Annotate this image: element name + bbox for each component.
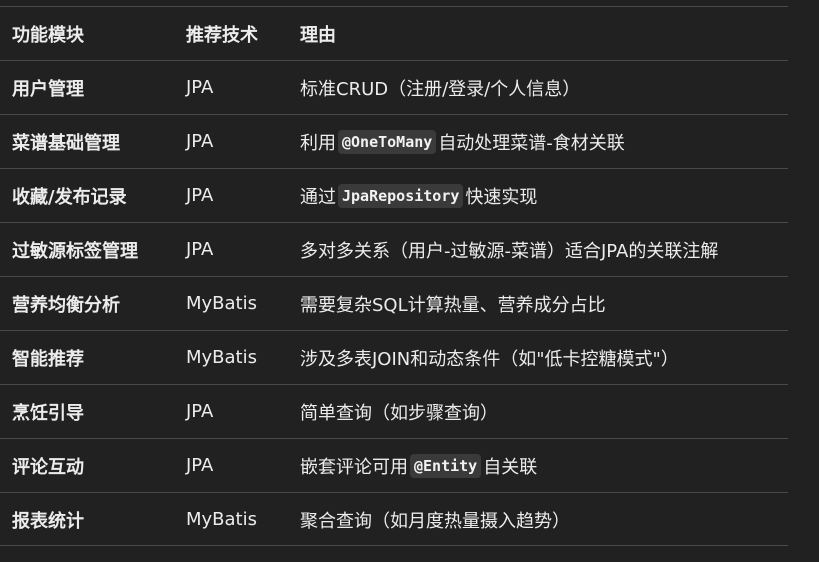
reason-text: 多对多关系（用户-过敏源-菜谱）适合JPA的关联注解 xyxy=(300,240,719,262)
table-row: 收藏/发布记录 JPA 通过 JpaRepository 快速实现 xyxy=(0,168,788,222)
reason-cell: 嵌套评论可用 @Entity 自关联 xyxy=(300,439,537,492)
reason-cell: 需要复杂SQL计算热量、营养成分占比 xyxy=(300,277,606,330)
module-cell: 收藏/发布记录 xyxy=(12,186,127,208)
module-cell: 评论互动 xyxy=(12,456,84,478)
reason-cell: 简单查询（如步骤查询） xyxy=(300,385,498,438)
module-cell: 菜谱基础管理 xyxy=(12,132,120,154)
reason-cell: 标准CRUD（注册/登录/个人信息） xyxy=(300,61,580,114)
inline-code: JpaRepository xyxy=(338,183,464,208)
module-cell: 用户管理 xyxy=(12,78,84,100)
reason-cell: 利用 @OneToMany 自动处理菜谱-食材关联 xyxy=(300,115,625,168)
tech-cell: JPA xyxy=(186,239,214,260)
reason-text: 嵌套评论可用 xyxy=(300,456,408,478)
table-row: 过敏源标签管理 JPA 多对多关系（用户-过敏源-菜谱）适合JPA的关联注解 xyxy=(0,222,788,276)
tech-cell: JPA xyxy=(186,131,214,152)
tech-cell: JPA xyxy=(186,401,214,422)
module-cell: 烹饪引导 xyxy=(12,402,84,424)
reason-text-suffix: 自关联 xyxy=(483,456,538,478)
table-row: 评论互动 JPA 嵌套评论可用 @Entity 自关联 xyxy=(0,438,788,492)
header-reason: 理由 xyxy=(300,24,336,46)
table-row: 菜谱基础管理 JPA 利用 @OneToMany 自动处理菜谱-食材关联 xyxy=(0,114,788,168)
table-row: 烹饪引导 JPA 简单查询（如步骤查询） xyxy=(0,384,788,438)
tech-cell: MyBatis xyxy=(186,293,257,314)
module-cell: 报表统计 xyxy=(12,510,84,532)
reason-text: 通过 xyxy=(300,186,336,208)
inline-code: @Entity xyxy=(410,453,482,478)
tech-cell: MyBatis xyxy=(186,509,257,530)
reason-cell: 通过 JpaRepository 快速实现 xyxy=(300,169,537,222)
reason-text-suffix: 快速实现 xyxy=(465,186,538,208)
reason-text: 利用 xyxy=(300,132,336,154)
reason-text-suffix: 自动处理菜谱-食材关联 xyxy=(438,132,625,154)
tech-selection-table: 功能模块 推荐技术 理由 用户管理 JPA 标准CRUD（注册/登录/个人信息）… xyxy=(0,6,788,546)
tech-cell: JPA xyxy=(186,185,214,206)
module-cell: 营养均衡分析 xyxy=(12,294,120,316)
table-row: 用户管理 JPA 标准CRUD（注册/登录/个人信息） xyxy=(0,60,788,114)
tech-cell: JPA xyxy=(186,455,214,476)
reason-text: 涉及多表JOIN和动态条件（如"低卡控糖模式"） xyxy=(300,348,679,370)
table-row: 智能推荐 MyBatis 涉及多表JOIN和动态条件（如"低卡控糖模式"） xyxy=(0,330,788,384)
tech-cell: MyBatis xyxy=(186,347,257,368)
table-row: 营养均衡分析 MyBatis 需要复杂SQL计算热量、营养成分占比 xyxy=(0,276,788,330)
reason-cell: 聚合查询（如月度热量摄入趋势） xyxy=(300,493,570,546)
reason-cell: 多对多关系（用户-过敏源-菜谱）适合JPA的关联注解 xyxy=(300,223,718,276)
reason-cell: 涉及多表JOIN和动态条件（如"低卡控糖模式"） xyxy=(300,331,679,384)
table-header-row: 功能模块 推荐技术 理由 xyxy=(0,6,788,60)
header-tech: 推荐技术 xyxy=(186,24,258,46)
reason-text: 需要复杂SQL计算热量、营养成分占比 xyxy=(300,294,606,316)
reason-text: 简单查询（如步骤查询） xyxy=(300,402,498,424)
reason-text: 聚合查询（如月度热量摄入趋势） xyxy=(300,510,570,532)
inline-code: @OneToMany xyxy=(338,129,437,154)
reason-text: 标准CRUD（注册/登录/个人信息） xyxy=(300,78,581,100)
tech-cell: JPA xyxy=(186,77,214,98)
module-cell: 过敏源标签管理 xyxy=(12,240,138,262)
table-row: 报表统计 MyBatis 聚合查询（如月度热量摄入趋势） xyxy=(0,492,788,546)
header-module: 功能模块 xyxy=(12,24,84,46)
module-cell: 智能推荐 xyxy=(12,348,84,370)
